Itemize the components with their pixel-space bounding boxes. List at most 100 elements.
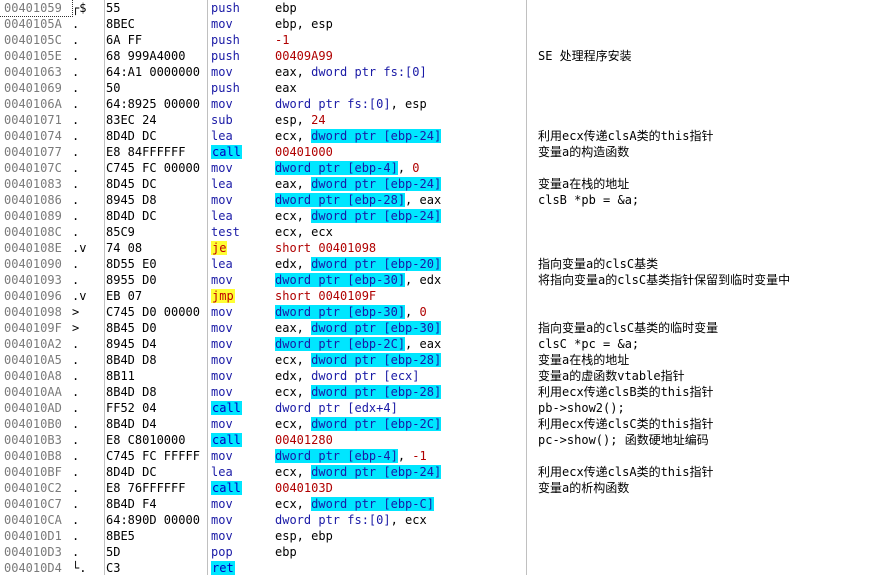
disasm-row[interactable]: 0040105C. 6A FF push -1 (0, 32, 886, 48)
disasm-row[interactable]: 004010C2. E8 76FFFFFF call 0040103D 变量a的析构函数 (0, 480, 886, 496)
mnemonic-cell: lea (211, 464, 269, 480)
hex-bytes: 8B4D D8 (106, 353, 157, 367)
address-cell: 0040106A (4, 97, 62, 111)
operands-cell: eax (275, 80, 525, 96)
operands-cell: ecx, dword ptr [ebp-2C] (275, 416, 525, 432)
disasm-row[interactable]: 004010A2. 8945 D4 mov dword ptr [ebp-2C], e… (0, 336, 886, 352)
mnemonic: ret (211, 561, 235, 575)
mnemonic: call (211, 481, 242, 495)
disasm-row[interactable]: 004010D3. 5D pop ebp (0, 544, 886, 560)
flow-gutter: . (72, 65, 80, 79)
mnemonic: mov (211, 321, 233, 335)
disasm-row[interactable]: 0040105A. 8BEC mov ebp, esp (0, 16, 886, 32)
operand-highlighted: dword ptr [ebp-24] (311, 129, 442, 143)
mnemonic-cell: mov (211, 496, 269, 512)
address-cell: 00401096 (4, 289, 62, 303)
operand: ecx, (275, 497, 312, 511)
disasm-row[interactable]: 00401098 > C745 D0 00000 mov dword ptr [ebp-… (0, 304, 886, 320)
mnemonic: jmp (211, 289, 235, 303)
mnemonic: lea (211, 177, 233, 191)
mnemonic-cell: mov (211, 528, 269, 544)
disasm-row[interactable]: 004010BF. 8D4D DC lea ecx, dword ptr [ebp-2… (0, 464, 886, 480)
mnemonic: mov (211, 305, 233, 319)
disasm-row[interactable]: 00401083. 8D45 DC lea eax, dword ptr [ebp-2… (0, 176, 886, 192)
disasm-row[interactable]: 0040106A. 64:8925 00000 mov dword ptr fs:[0… (0, 96, 886, 112)
mnemonic: call (211, 145, 242, 159)
disasm-row[interactable]: 004010D1. 8BE5 mov esp, ebp (0, 528, 886, 544)
hex-bytes: 8D4D DC (106, 129, 157, 143)
mnemonic-cell: je (211, 240, 269, 256)
disasm-row[interactable]: 00401074. 8D4D DC lea ecx, dword ptr [ebp-2… (0, 128, 886, 144)
comment-cell (538, 544, 886, 560)
mnemonic: mov (211, 369, 233, 383)
disasm-row[interactable]: 00401093. 8955 D0 mov dword ptr [ebp-30], e… (0, 272, 886, 288)
disasm-row[interactable]: 00401071. 83EC 24 sub esp, 24 (0, 112, 886, 128)
disasm-row[interactable]: 0040108E .v 74 08 je short 00401098 (0, 240, 886, 256)
comment-cell: 利用ecx传递clsC类的this指针 (538, 417, 714, 431)
disasm-row[interactable]: 004010B3. E8 C8010000 call 00401280 pc->show… (0, 432, 886, 448)
operands-cell: short 0040109F (275, 288, 525, 304)
operand: edx, (275, 257, 312, 271)
disasm-row[interactable]: 00401063. 64:A1 0000000 mov eax, dword ptr … (0, 64, 886, 80)
operand-highlighted: dword ptr [ebp-2C] (275, 337, 406, 351)
mnemonic: lea (211, 257, 233, 271)
disasm-row[interactable]: 0040107C. C745 FC 00000 mov dword ptr [ebp-… (0, 160, 886, 176)
comment-cell (538, 512, 886, 528)
flow-gutter: . (72, 17, 80, 31)
mnemonic-cell: lea (211, 128, 269, 144)
disasm-row[interactable]: 00401069. 50 push eax (0, 80, 886, 96)
operand: ecx, (275, 209, 312, 223)
disasm-row[interactable]: 004010AA. 8B4D D8 mov ecx, dword ptr [ebp-2… (0, 384, 886, 400)
disasm-row[interactable]: 0040105E. 68 999A4000 push 00409A99 SE 处理程序安… (0, 48, 886, 64)
mnemonic-cell: pop (211, 544, 269, 560)
hex-bytes: 8945 D4 (106, 337, 157, 351)
disasm-row[interactable]: 004010A5. 8B4D D8 mov ecx, dword ptr [ebp-2… (0, 352, 886, 368)
comment-cell: 指向变量a的clsC基类 (538, 257, 659, 271)
disasm-row[interactable]: 00401086. 8945 D8 mov dword ptr [ebp-28], e… (0, 192, 886, 208)
hex-bytes: 6A FF (106, 33, 143, 47)
mnemonic: mov (211, 529, 233, 543)
flow-gutter: . (72, 225, 80, 239)
mnemonic: lea (211, 465, 233, 479)
disasm-row[interactable]: 004010AD. FF52 04 call dword ptr [edx+4] pb-… (0, 400, 886, 416)
disasm-row[interactable]: 0040108C. 85C9 test ecx, ecx (0, 224, 886, 240)
disasm-row[interactable]: 004010B0. 8B4D D4 mov ecx, dword ptr [ebp-2… (0, 416, 886, 432)
hex-bytes: 64:8925 00000 (106, 97, 200, 111)
disasm-row[interactable]: 004010C7. 8B4D F4 mov ecx, dword ptr [ebp-C… (0, 496, 886, 512)
flow-gutter: > (72, 305, 80, 319)
disasm-row[interactable]: 004010CA. 64:890D 00000 mov dword ptr fs:[0… (0, 512, 886, 528)
comment-cell (538, 32, 886, 48)
operand: ecx, (275, 385, 312, 399)
flow-gutter: . (72, 449, 80, 463)
disasm-row[interactable]: 004010D4 └. C3 ret (0, 560, 886, 576)
mnemonic: pop (211, 545, 233, 559)
disasm-row[interactable]: 00401077. E8 84FFFFFF call 00401000 变量a的构造函数 (0, 144, 886, 160)
operand: 0 (419, 305, 427, 319)
comment-cell: clsB *pb = &a; (538, 193, 640, 207)
operand: ecx, (275, 417, 312, 431)
comment-cell: 变量a的虚函数vtable指针 (538, 369, 685, 383)
disassembly-view[interactable]: 00401059 ┌$ 55 push ebp 0040105A. 8BEC mov ebp, … (0, 0, 886, 575)
mnemonic: je (211, 241, 228, 255)
disasm-row[interactable]: 00401096 .v EB 07 jmp short 0040109F (0, 288, 886, 304)
mnemonic: mov (211, 17, 233, 31)
operand: short 00401098 (275, 241, 377, 255)
operand-highlighted: dword ptr [ebp-24] (311, 209, 442, 223)
mnemonic-cell: mov (211, 16, 269, 32)
mnemonic-cell: mov (211, 272, 269, 288)
disasm-row[interactable]: 0040109F >8B45 D0 mov eax, dword ptr [ebp-3… (0, 320, 886, 336)
disasm-row[interactable]: 00401090. 8D55 E0 lea edx, dword ptr [ebp-2… (0, 256, 886, 272)
disasm-row[interactable]: 004010B8. C745 FC FFFFF mov dword ptr [ebp-… (0, 448, 886, 464)
disasm-row[interactable]: 00401089. 8D4D DC lea ecx, dword ptr [ebp-2… (0, 208, 886, 224)
comment-cell (538, 208, 886, 224)
hex-bytes: 8D4D DC (106, 209, 157, 223)
hex-bytes: 8B4D D4 (106, 417, 157, 431)
operand-highlighted: dword ptr [ebp-30] (275, 273, 406, 287)
address-cell: 0040108E (4, 241, 62, 255)
operands-cell: ebp (275, 544, 525, 560)
mnemonic-cell: lea (211, 208, 269, 224)
operand: ecx, (275, 465, 312, 479)
disasm-row[interactable]: 00401059 ┌$ 55 push ebp (0, 0, 886, 16)
operand: esp, (275, 113, 312, 127)
disasm-row[interactable]: 004010A8. 8B11 mov edx, dword ptr [ecx] 变量a的… (0, 368, 886, 384)
